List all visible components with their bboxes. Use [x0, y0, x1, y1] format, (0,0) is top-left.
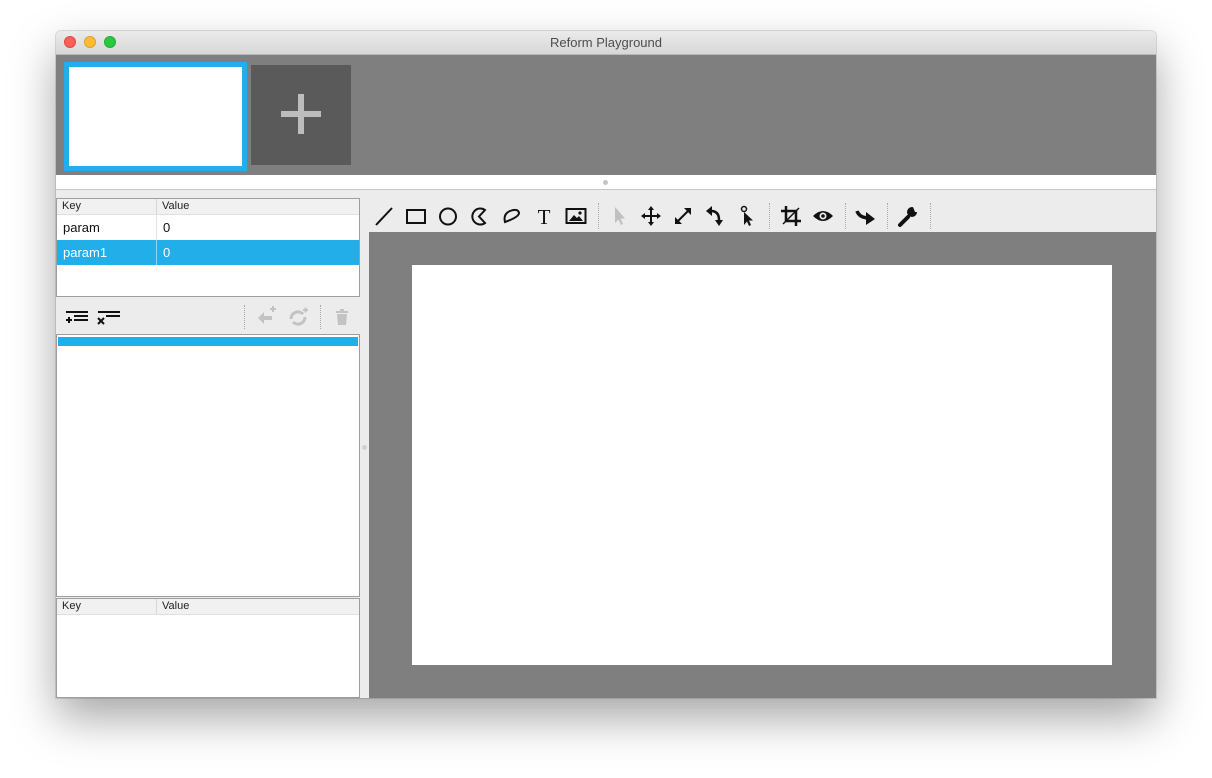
vertical-divider-handle[interactable]	[362, 445, 367, 450]
table-row-selected[interactable]: param1 0	[57, 240, 359, 265]
properties-table: Key Value	[56, 598, 360, 698]
freeform-tool-icon[interactable]	[500, 204, 524, 228]
rotate-tool-icon[interactable]	[703, 204, 727, 228]
param-key-cell[interactable]: param	[57, 215, 157, 240]
preview-eye-icon[interactable]	[811, 204, 835, 228]
list-item-selected[interactable]	[58, 337, 358, 346]
slide-strip	[56, 55, 1156, 175]
constraints-toolbar	[56, 299, 360, 333]
move-tool-icon[interactable]	[639, 204, 663, 228]
scale-tool-icon[interactable]	[671, 204, 695, 228]
toolbar-separator	[769, 203, 770, 229]
drawing-canvas[interactable]	[412, 265, 1112, 665]
split-divider-horizontal[interactable]	[56, 175, 1156, 190]
divider-handle[interactable]	[603, 180, 608, 185]
remove-constraint-icon[interactable]	[97, 306, 121, 328]
image-tool-icon[interactable]	[564, 204, 588, 228]
constraints-list[interactable]	[56, 334, 360, 597]
select-tool-icon[interactable]	[607, 204, 631, 228]
column-header-key[interactable]: Key	[57, 199, 157, 214]
add-loop-icon[interactable]	[254, 306, 278, 328]
toolbar-separator	[930, 203, 931, 229]
settings-wrench-icon[interactable]	[896, 204, 920, 228]
properties-table-header: Key Value	[57, 599, 359, 615]
param-key-cell[interactable]: param1	[57, 240, 157, 265]
column-header-value[interactable]: Value	[157, 599, 194, 614]
add-slide-button[interactable]	[251, 65, 351, 165]
add-refresh-icon[interactable]	[286, 306, 310, 328]
crop-tool-icon[interactable]	[779, 204, 803, 228]
table-row[interactable]: param 0	[57, 215, 359, 240]
params-table: Key Value param 0 param1 0	[56, 198, 360, 297]
toolbar-separator	[244, 305, 245, 329]
app-window: Reform Playground Key Value param 0 para…	[56, 31, 1156, 698]
toolbar-separator	[320, 305, 321, 329]
toolbar-separator	[887, 203, 888, 229]
window-title: Reform Playground	[550, 35, 662, 50]
line-tool-icon[interactable]	[372, 204, 396, 228]
redo-arrow-icon[interactable]	[854, 204, 878, 228]
rectangle-tool-icon[interactable]	[404, 204, 428, 228]
morph-tool-icon[interactable]	[735, 204, 759, 228]
toolbar-separator	[845, 203, 846, 229]
toolbar-separator	[598, 203, 599, 229]
add-constraint-icon[interactable]	[65, 306, 89, 328]
trash-icon[interactable]	[330, 306, 354, 328]
param-value-cell[interactable]: 0	[157, 240, 176, 265]
drawing-toolbar: T	[369, 200, 1156, 232]
circle-tool-icon[interactable]	[436, 204, 460, 228]
title-bar: Reform Playground	[56, 31, 1156, 55]
params-table-header: Key Value	[57, 199, 359, 215]
canvas-area	[369, 232, 1156, 698]
text-tool-icon[interactable]: T	[532, 204, 556, 229]
column-header-value[interactable]: Value	[157, 199, 194, 214]
pie-tool-icon[interactable]	[468, 204, 492, 228]
svg-text:T: T	[538, 205, 551, 228]
param-value-cell[interactable]: 0	[157, 215, 176, 240]
slide-thumbnail-selected[interactable]	[64, 62, 247, 171]
column-header-key[interactable]: Key	[57, 599, 157, 614]
